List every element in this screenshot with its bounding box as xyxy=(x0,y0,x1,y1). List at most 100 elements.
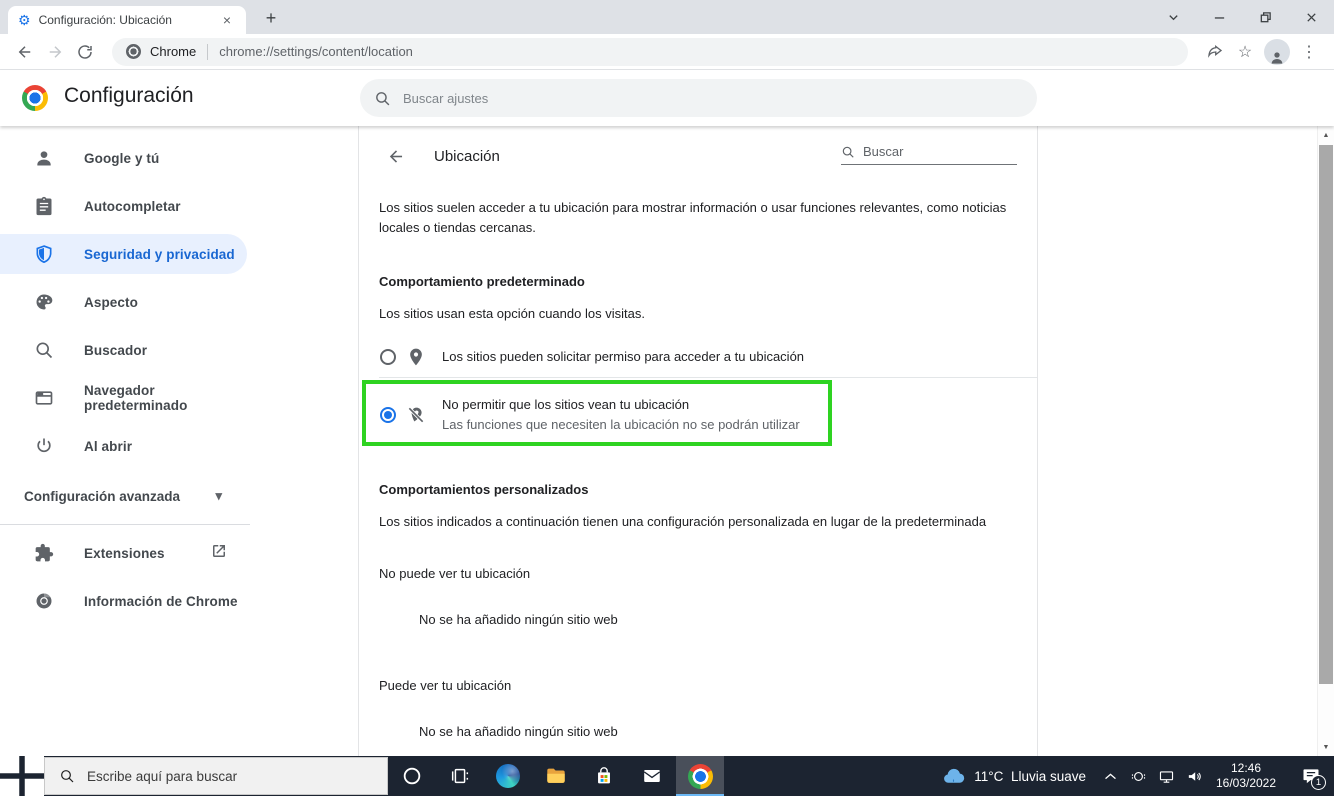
settings-header: Configuración xyxy=(0,70,1334,126)
chrome-glyph-icon xyxy=(126,44,141,59)
radio-unselected[interactable] xyxy=(380,349,396,365)
weather-cloud-icon xyxy=(944,768,965,783)
settings-sidebar: Google y tú Autocompletar Seguridad y pr… xyxy=(0,126,250,629)
url-host-label: Chrome xyxy=(150,44,197,59)
weather-widget[interactable]: 11°C Lluvia suave xyxy=(931,756,1096,796)
custom-behaviors-subtitle: Los sitios indicados a continuación tien… xyxy=(379,514,987,529)
search-icon xyxy=(842,146,854,158)
tab-close-icon[interactable]: × xyxy=(218,11,236,29)
chrome-gray-icon xyxy=(34,591,54,611)
back-arrow-icon[interactable] xyxy=(385,145,407,167)
radio-selected[interactable] xyxy=(380,407,396,423)
radio-option-block-location[interactable]: No permitir que los sitios vean tu ubica… xyxy=(359,386,1037,444)
card-search[interactable] xyxy=(841,144,1017,165)
reload-icon[interactable] xyxy=(70,37,100,67)
new-tab-button[interactable]: + xyxy=(258,7,284,29)
sidebar-item-security-privacy[interactable]: Seguridad y privacidad xyxy=(0,234,247,274)
external-link-icon xyxy=(210,542,228,565)
microsoft-store-icon[interactable] xyxy=(580,756,628,796)
profile-avatar[interactable] xyxy=(1264,38,1290,65)
chrome-logo-icon xyxy=(22,85,48,111)
settings-page: Google y tú Autocompletar Seguridad y pr… xyxy=(0,126,1334,756)
chrome-taskbar-icon[interactable] xyxy=(676,756,724,796)
tab-title: Configuración: Ubicación xyxy=(38,13,172,27)
taskbar-tray: 11°C Lluvia suave 12:46 16/03/2022 1 xyxy=(931,756,1334,796)
sidebar-item-default-browser[interactable]: Navegador predeterminado xyxy=(0,378,250,418)
tab-strip: ⚙ Configuración: Ubicación × + xyxy=(0,0,1334,34)
default-behavior-subtitle: Los sitios usan esta opción cuando los v… xyxy=(379,306,645,321)
settings-gear-icon: ⚙ xyxy=(18,12,31,28)
notification-center[interactable]: 1 xyxy=(1288,756,1334,796)
notification-badge: 1 xyxy=(1311,775,1326,790)
hidden-icons-chevron[interactable] xyxy=(1096,756,1124,796)
volume-icon[interactable] xyxy=(1180,756,1208,796)
address-bar[interactable]: Chrome chrome://settings/content/locatio… xyxy=(112,37,1188,66)
clock-time: 12:46 xyxy=(1230,761,1262,775)
location-off-icon xyxy=(406,405,426,425)
sidebar-divider xyxy=(0,524,250,525)
share-icon[interactable] xyxy=(1200,37,1230,67)
taskbar-search[interactable] xyxy=(44,757,388,795)
task-view-button[interactable] xyxy=(436,756,484,796)
settings-search-input[interactable] xyxy=(403,90,988,106)
network-icon[interactable] xyxy=(1152,756,1180,796)
screen: ⚙ Configuración: Ubicación × + Chrome ch… xyxy=(0,0,1334,796)
radio-option-ask-location[interactable]: Los sitios pueden solicitar permiso para… xyxy=(359,338,1037,376)
group-blocked-empty: No se ha añadido ningún sitio web xyxy=(419,612,618,627)
page-title: Configuración xyxy=(64,84,194,107)
group-allowed-empty: No se ha añadido ningún sitio web xyxy=(419,724,618,739)
restore-button[interactable] xyxy=(1242,0,1288,34)
url-text: chrome://settings/content/location xyxy=(219,44,413,59)
scrollbar-up-icon[interactable]: ▲ xyxy=(1318,127,1334,143)
back-icon[interactable] xyxy=(10,37,40,67)
sidebar-item-autofill[interactable]: Autocompletar xyxy=(0,186,250,226)
group-allowed-label: Puede ver tu ubicación xyxy=(379,678,512,693)
forward-icon[interactable] xyxy=(40,37,70,67)
url-separator xyxy=(207,43,209,60)
file-explorer-icon[interactable] xyxy=(532,756,580,796)
browser-tab[interactable]: ⚙ Configuración: Ubicación × xyxy=(8,6,246,34)
search-icon xyxy=(61,770,74,783)
close-window-button[interactable] xyxy=(1288,0,1334,34)
windows-taskbar: 11°C Lluvia suave 12:46 16/03/2022 1 xyxy=(0,754,1334,796)
advanced-settings-toggle[interactable]: Configuración avanzada ▾ xyxy=(24,476,222,516)
caret-down-icon: ▾ xyxy=(215,488,222,503)
scrollbar-thumb[interactable] xyxy=(1319,145,1333,684)
puzzle-icon xyxy=(34,543,54,563)
sidebar-item-about-chrome[interactable]: Información de Chrome xyxy=(0,581,250,621)
browser-toolbar: Chrome chrome://settings/content/locatio… xyxy=(0,34,1334,70)
sidebar-item-appearance[interactable]: Aspecto xyxy=(0,282,250,322)
search-icon xyxy=(376,91,390,105)
page-scrollbar[interactable]: ▲ ▼ xyxy=(1317,126,1334,756)
clipboard-icon xyxy=(34,196,54,216)
shield-icon xyxy=(34,244,54,264)
start-button[interactable] xyxy=(0,754,44,796)
sidebar-item-on-startup[interactable]: Al abrir xyxy=(0,426,250,466)
section-title: Ubicación xyxy=(434,147,500,165)
clock-widget[interactable]: 12:46 16/03/2022 xyxy=(1208,761,1288,791)
person-icon xyxy=(34,148,54,168)
browser-menu-icon[interactable]: ⋮ xyxy=(1294,37,1324,67)
weather-temp: 11°C xyxy=(974,768,1004,784)
edge-icon[interactable] xyxy=(484,756,532,796)
sidebar-item-extensions[interactable]: Extensiones xyxy=(0,533,250,573)
cortana-button[interactable] xyxy=(388,756,436,796)
settings-search[interactable] xyxy=(360,79,1037,117)
taskbar-search-input[interactable] xyxy=(87,768,357,784)
sidebar-item-search-engine[interactable]: Buscador xyxy=(0,330,250,370)
intro-text: Los sitios suelen acceder a tu ubicación… xyxy=(379,200,1007,235)
window-controls xyxy=(1150,0,1334,34)
bookmark-star-icon[interactable]: ☆ xyxy=(1230,37,1260,67)
meet-now-icon[interactable] xyxy=(1124,756,1152,796)
mail-icon[interactable] xyxy=(628,756,676,796)
tab-search-chevron-icon[interactable] xyxy=(1150,0,1196,34)
sidebar-item-google[interactable]: Google y tú xyxy=(0,138,250,178)
weather-condition: Lluvia suave xyxy=(1010,768,1086,784)
group-blocked-label: No puede ver tu ubicación xyxy=(379,566,531,581)
scrollbar-down-icon[interactable]: ▼ xyxy=(1318,739,1334,755)
minimize-button[interactable] xyxy=(1196,0,1242,34)
browser-icon xyxy=(34,388,54,408)
custom-behaviors-title: Comportamientos personalizados xyxy=(379,482,589,497)
card-search-input[interactable] xyxy=(863,144,993,159)
clock-date: 16/03/2022 xyxy=(1215,776,1277,790)
